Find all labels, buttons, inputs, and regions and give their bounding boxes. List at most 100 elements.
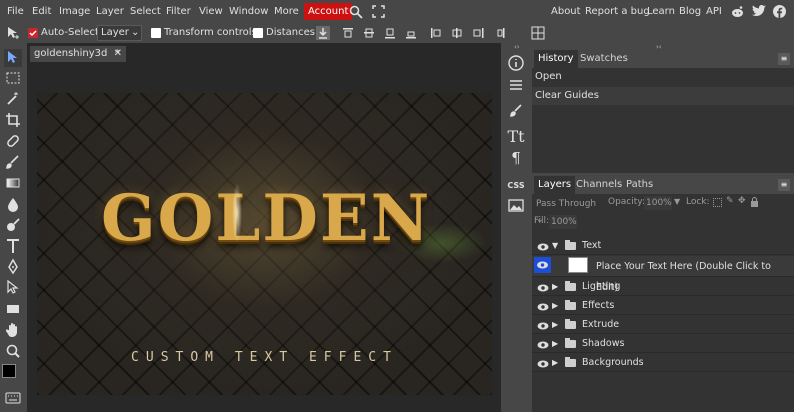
menu-more[interactable]: More [274,0,299,23]
properties-sliders-icon[interactable] [506,75,526,95]
expand-triangle-down-icon[interactable]: ▼ [552,237,560,255]
layer-row-effects[interactable]: ▶ Effects [532,297,794,315]
menu-file[interactable]: File [7,0,24,23]
visibility-eye-icon[interactable] [537,282,549,292]
lock-transparency-icon[interactable] [713,198,722,207]
keyboard-icon[interactable] [5,392,21,404]
link-report-bug[interactable]: Report a bug [585,0,650,23]
visibility-eye-icon[interactable] [537,301,549,311]
visibility-eye-icon[interactable] [537,320,549,330]
visibility-eye-icon[interactable] [537,339,549,349]
fill-input[interactable]: 100% [549,215,577,229]
expand-triangle-right-icon[interactable]: ▶ [552,297,560,315]
info-icon[interactable] [506,53,526,73]
expand-triangle-right-icon[interactable]: ▶ [552,278,560,296]
crop-tool-icon[interactable] [4,111,22,129]
transform-controls-checkbox[interactable] [151,28,161,38]
reddit-icon[interactable] [731,5,744,18]
layers-panel-menu-icon[interactable]: ≡ [778,179,790,191]
fullscreen-icon[interactable] [372,5,385,18]
collapse-arrows-icon[interactable]: ‹› [514,43,520,51]
account-button[interactable]: Account [304,3,353,20]
text-tool-icon[interactable] [4,237,22,255]
healing-brush-icon[interactable] [4,132,22,150]
expand-triangle-right-icon[interactable]: ▶ [552,354,560,372]
tab-layers[interactable]: Layers [534,176,576,194]
visibility-eye-icon[interactable] [537,358,549,368]
menu-edit[interactable]: Edit [32,0,51,23]
grid-layout-icon[interactable] [531,26,545,40]
css-panel-icon[interactable]: CSS [506,176,526,196]
layer-row-placeholder-text[interactable]: Place Your Text Here (Double Click to Ed… [532,256,794,293]
gradient-tool-icon[interactable] [4,174,22,192]
layer-row-extrude[interactable]: ▶ Extrude [532,316,794,334]
opacity-dropdown-icon[interactable]: ▼ [674,197,680,206]
tab-channels[interactable]: Channels [572,176,626,194]
history-row-clear-guides[interactable]: Clear Guides [532,87,794,105]
tab-paths[interactable]: Paths [622,176,657,194]
document-tab[interactable]: goldenshiny3d * ✕ [30,46,126,62]
opacity-input[interactable]: 100% [644,196,672,210]
tab-swatches[interactable]: Swatches [576,50,632,68]
hand-tool-icon[interactable] [4,321,22,339]
menu-window[interactable]: Window [229,0,268,23]
lock-position-icon[interactable]: ✥ [738,196,746,206]
align-vcenter-icon[interactable] [362,26,376,40]
pen-tool-icon[interactable] [4,258,22,276]
move-tool-button[interactable] [4,49,22,67]
layer-row-text[interactable]: ▼ Text [532,237,794,255]
facebook-icon[interactable] [773,5,786,18]
link-blog[interactable]: Blog [679,0,701,23]
brush-tool-icon[interactable] [4,153,22,171]
lock-all-icon[interactable] [750,197,759,207]
align-right-icon[interactable] [471,26,485,40]
foreground-color-swatch[interactable] [2,364,16,378]
menu-select[interactable]: Select [130,0,161,23]
path-select-icon[interactable] [4,279,22,297]
align-bottom-icon[interactable] [383,26,397,40]
search-icon[interactable] [349,5,363,19]
distances-checkbox[interactable] [253,28,263,38]
visibility-selected-box[interactable] [534,257,551,273]
menu-image[interactable]: Image [59,0,90,23]
image-panel-icon[interactable] [506,196,526,216]
align-top-icon[interactable] [341,26,355,40]
download-icon[interactable] [316,26,330,40]
align-right-alt-icon[interactable] [492,26,506,40]
rectangle-tool-icon[interactable] [4,300,22,318]
paragraph-panel-icon[interactable]: ¶ [506,148,526,168]
expand-triangle-right-icon[interactable]: ▶ [552,316,560,334]
menu-view[interactable]: View [199,0,223,23]
twitter-icon[interactable] [752,5,766,17]
magic-wand-icon[interactable] [4,90,22,108]
link-about[interactable]: About [551,0,581,23]
marquee-tool-button[interactable] [4,69,22,87]
close-icon[interactable]: ✕ [114,46,122,62]
history-row-open[interactable]: Open [532,68,794,86]
dodge-tool-icon[interactable] [4,216,22,234]
align-bottom-alt-icon[interactable] [404,26,418,40]
menu-filter[interactable]: Filter [166,0,191,23]
layer-row-lighting[interactable]: ▶ Lighting [532,278,794,296]
tab-history[interactable]: History [534,50,578,68]
layer-row-shadows[interactable]: ▶ Shadows [532,335,794,353]
menu-layer[interactable]: Layer [96,0,124,23]
blend-mode-select[interactable]: Pass Through ⌄ [534,196,606,225]
image-canvas[interactable]: GOLDEN CUSTOM TEXT EFFECT [37,93,492,395]
character-panel-icon[interactable]: Tt [506,127,526,147]
align-left-icon[interactable] [429,26,443,40]
visibility-eye-icon[interactable] [537,241,549,251]
auto-select-target-select[interactable]: Layer ⌄ [97,25,142,41]
align-hcenter-icon[interactable] [450,26,464,40]
history-panel-menu-icon[interactable]: ≡ [778,53,790,65]
blur-drop-icon[interactable] [4,195,22,213]
expand-triangle-right-icon[interactable]: ▶ [552,335,560,353]
move-tool-icon[interactable] [6,26,20,40]
link-api[interactable]: API [706,0,722,23]
auto-select-checkbox[interactable] [28,28,38,38]
layer-row-backgrounds[interactable]: ▶ Backgrounds [532,354,794,372]
zoom-tool-icon[interactable] [4,342,22,360]
link-learn[interactable]: Learn [647,0,675,23]
brush-panel-icon[interactable] [506,101,526,121]
lock-pixels-icon[interactable]: ✎ [726,196,734,206]
